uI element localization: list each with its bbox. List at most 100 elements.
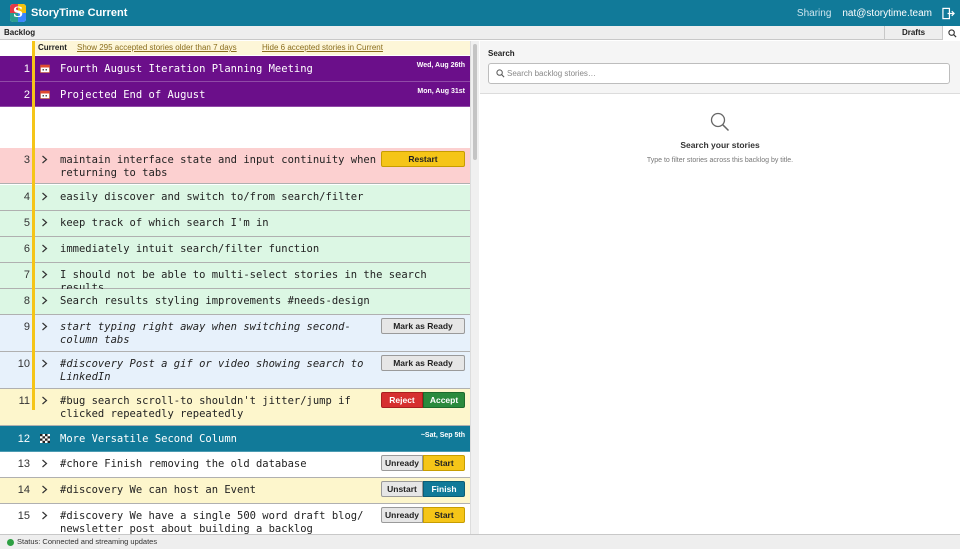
story-row[interactable]: 6 immediately intuit search/filter functi… — [0, 237, 470, 263]
finish-button[interactable]: Finish — [423, 481, 465, 497]
search-icon — [496, 69, 505, 78]
story-row[interactable]: 8 Search results styling improvements #ne… — [0, 289, 470, 315]
row-number: 1 — [23, 63, 30, 75]
unready-button[interactable]: Unready — [381, 455, 423, 471]
story-title: LinkedIn — [60, 371, 111, 383]
story-title: keep track of which search I'm in — [60, 217, 269, 229]
tab-drafts[interactable]: Drafts — [884, 26, 942, 40]
story-row[interactable]: 5 keep track of which search I'm in — [0, 211, 470, 237]
tab-search[interactable] — [942, 26, 960, 40]
unready-button[interactable]: Unready — [381, 507, 423, 523]
search-empty-subtitle: Type to filter stories across this backl… — [646, 157, 794, 164]
story-title: easily discover and switch to/from searc… — [60, 191, 364, 203]
iteration-marker-date: Mon, Aug 31st — [417, 88, 465, 95]
restart-button[interactable]: Restart — [381, 151, 465, 167]
story-title: Search results styling improvements #nee… — [60, 295, 370, 307]
story-title: #bug search scroll-to shouldn't jitter/j… — [60, 395, 351, 407]
hide-accepted-link[interactable]: Hide 6 accepted stories in Current — [262, 43, 383, 52]
chevron-right-icon[interactable] — [40, 459, 49, 468]
iteration-marker-title: More Versatile Second Column — [60, 433, 238, 445]
story-row[interactable]: 3 maintain interface state and input cont… — [0, 148, 470, 184]
mark-as-ready-button[interactable]: Mark as Ready — [381, 355, 465, 371]
story-row[interactable]: 9 start typing right away when switching … — [0, 315, 470, 352]
story-title: #discovery We have a single 500 word dra… — [60, 510, 364, 522]
iteration-marker-date: ~Sat, Sep 5th — [420, 432, 465, 439]
search-panel-title: Search — [488, 49, 515, 58]
sharing-link[interactable]: Sharing — [797, 8, 831, 19]
story-title: column tabs — [60, 334, 130, 346]
current-label: Current — [38, 43, 67, 52]
story-title: #chore Finish removing the old database — [60, 458, 307, 470]
row-number: 3 — [23, 154, 30, 166]
story-row[interactable]: 11 #bug search scroll-to shouldn't jitter… — [0, 389, 470, 426]
row-number: 6 — [23, 243, 30, 255]
status-bar: Status: Connected and streaming updates — [0, 534, 960, 549]
story-title: immediately intuit search/filter functio… — [60, 243, 320, 255]
search-empty-title: Search your stories — [680, 140, 760, 150]
row-number: 13 — [17, 458, 30, 470]
chevron-right-icon[interactable] — [40, 218, 49, 227]
story-row[interactable]: 15 #discovery We have a single 500 word d… — [0, 504, 470, 534]
search-icon — [948, 29, 957, 38]
chevron-right-icon[interactable] — [40, 396, 49, 405]
iteration-marker-row[interactable]: 12 More Versatile Second Column ~Sat, Sep … — [0, 426, 470, 452]
start-button[interactable]: Start — [423, 455, 465, 471]
current-iteration-bar: Current Show 295 accepted stories older … — [34, 41, 470, 55]
story-title: returning to tabs — [60, 167, 168, 179]
app-header: S StoryTime Current Sharing nat@storytim… — [0, 0, 960, 26]
status-text: Status: Connected and streaming updates — [17, 537, 158, 546]
app-title: StoryTime Current — [31, 7, 128, 19]
reject-button[interactable]: Reject — [381, 392, 423, 408]
row-number: 12 — [17, 433, 30, 445]
show-older-accepted-link[interactable]: Show 295 accepted stories older than 7 d… — [77, 43, 237, 52]
story-title: #discovery We can host an Event — [60, 484, 256, 496]
story-row[interactable]: 7I should not be able to multi-select st… — [0, 263, 470, 294]
checkered-flag-icon — [40, 434, 50, 443]
mark-as-ready-button[interactable]: Mark as Ready — [381, 318, 465, 334]
logout-icon[interactable] — [942, 7, 955, 20]
search-box[interactable] — [488, 63, 950, 84]
iteration-marker-row[interactable]: 2 Projected End of August Mon, Aug 31st — [0, 82, 470, 107]
row-number: 11 — [18, 395, 30, 407]
story-row[interactable]: 4 easily discover and switch to/from sear… — [0, 185, 470, 211]
search-input[interactable] — [507, 66, 937, 81]
chevron-right-icon[interactable] — [40, 322, 49, 331]
start-button[interactable]: Start — [423, 507, 465, 523]
iteration-marker-title: Fourth August Iteration Planning Meeting — [60, 63, 313, 75]
tab-bar: Backlog Drafts — [0, 26, 960, 40]
scrollbar-thumb[interactable] — [473, 44, 477, 160]
iteration-marker-date: Wed, Aug 26th — [416, 62, 465, 69]
chevron-right-icon[interactable] — [40, 192, 49, 201]
backlog-list: Current Show 295 accepted stories older … — [0, 41, 470, 534]
connection-status-dot — [7, 539, 14, 546]
iteration-marker-row[interactable]: 1 Fourth August Iteration Planning Meetin… — [0, 56, 470, 82]
unstart-button[interactable]: Unstart — [381, 481, 423, 497]
story-row[interactable]: 14 #discovery We can host an Event Finish U… — [0, 478, 470, 504]
story-title: clicked repeatedly repeatedly — [60, 408, 244, 420]
row-number: 15 — [17, 510, 30, 522]
user-email[interactable]: nat@storytime.team — [842, 8, 932, 19]
story-title: #discovery Post a gif or video showing s… — [60, 358, 364, 370]
iteration-marker-title: Projected End of August — [60, 89, 206, 101]
app-logo: S — [10, 4, 26, 22]
row-number: 14 — [17, 484, 30, 496]
current-iteration-rail — [32, 41, 35, 410]
chevron-right-icon[interactable] — [40, 296, 49, 305]
row-number: 9 — [23, 321, 30, 333]
row-number: 10 — [17, 358, 30, 370]
tab-backlog[interactable]: Backlog — [4, 28, 35, 37]
accept-button[interactable]: Accept — [423, 392, 465, 408]
chevron-right-icon[interactable] — [40, 155, 49, 164]
chevron-right-icon[interactable] — [40, 270, 49, 279]
story-title: start typing right away when switching s… — [60, 321, 351, 333]
chevron-right-icon[interactable] — [40, 485, 49, 494]
story-row[interactable]: 10 #discovery Post a gif or video showing… — [0, 352, 470, 389]
row-number: 4 — [23, 191, 30, 203]
story-title: newsletter post about building a backlog — [60, 523, 313, 534]
chevron-right-icon[interactable] — [40, 359, 49, 368]
chevron-right-icon[interactable] — [40, 511, 49, 520]
row-number: 7 — [23, 269, 30, 281]
backlog-scrollbar[interactable] — [470, 41, 479, 534]
story-row[interactable]: 13 #chore Finish removing the old databas… — [0, 452, 470, 478]
chevron-right-icon[interactable] — [40, 244, 49, 253]
